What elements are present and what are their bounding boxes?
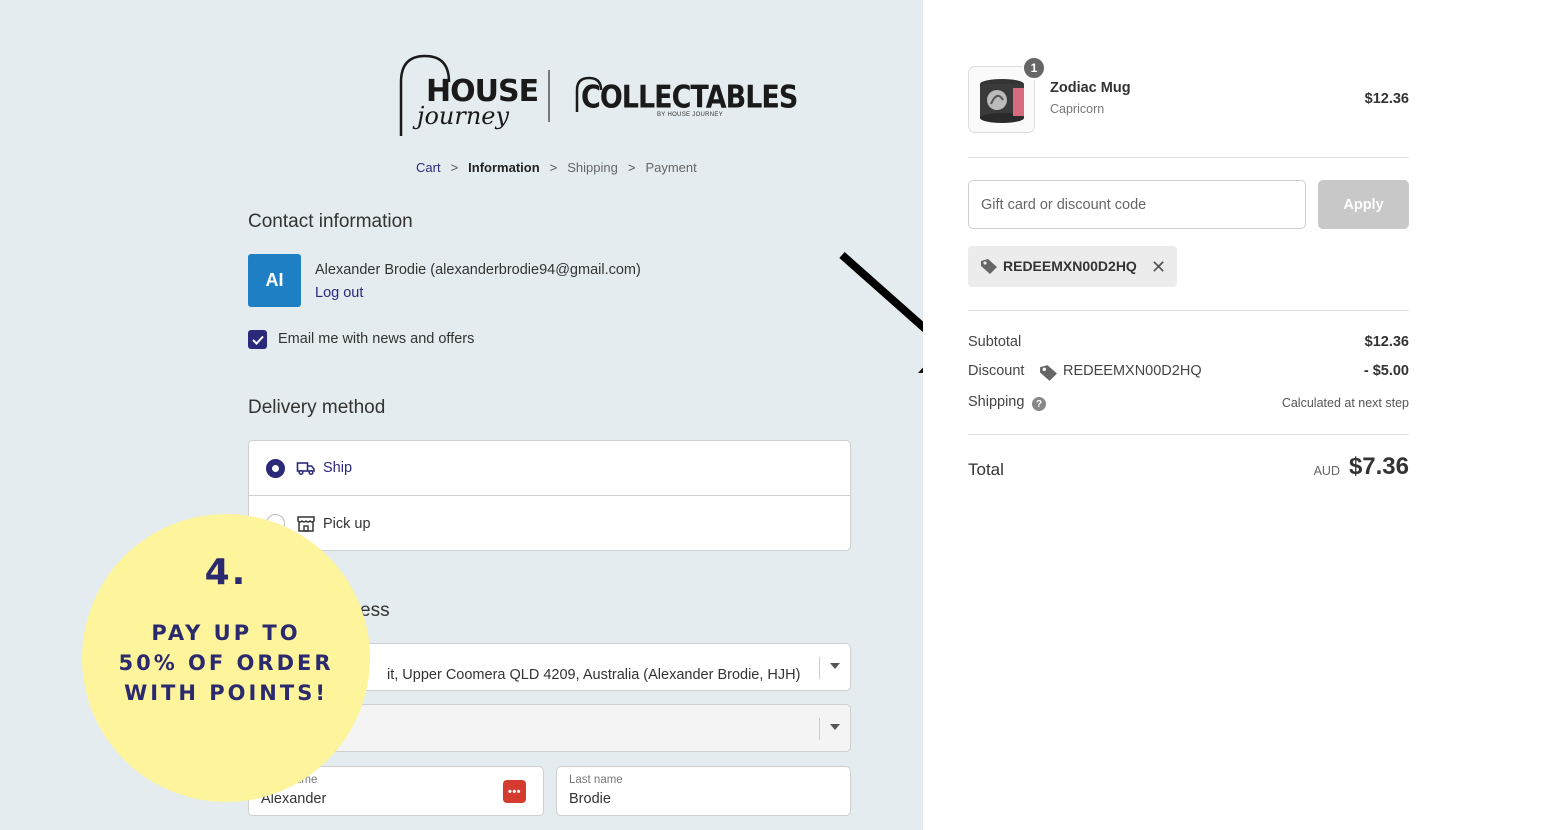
tag-icon <box>981 259 997 274</box>
product-price: $12.36 <box>1364 91 1409 107</box>
promo-line-1: PAY UP TO <box>151 621 301 645</box>
shipping-label: Shipping <box>968 394 1025 410</box>
chevron-right-icon: > <box>450 160 459 175</box>
ship-label: Ship <box>323 460 353 476</box>
logout-link[interactable]: Log out <box>315 285 363 301</box>
chevron-down-icon <box>830 663 840 669</box>
chevron-right-icon: > <box>627 160 636 175</box>
subtotal-value: $12.36 <box>1364 334 1409 350</box>
select-divider <box>819 718 820 740</box>
applied-discount-chip: REDEEMXN00D2HQ ✕ <box>968 246 1177 287</box>
promo-text: PAY UP TO 50% OF ORDER WITH POINTS! <box>82 618 370 708</box>
breadcrumb-shipping: Shipping <box>567 160 618 175</box>
delivery-option-pickup[interactable]: Pick up <box>249 496 850 551</box>
store-logo[interactable]: HOUSE journey COLLECTABLES BY HOUSE JOUR… <box>395 52 798 138</box>
checkout-main: HOUSE journey COLLECTABLES BY HOUSE JOUR… <box>0 0 923 830</box>
divider <box>968 310 1409 311</box>
discount-code-label: REDEEMXN00D2HQ <box>1063 363 1202 379</box>
product-variant: Capricorn <box>1050 102 1105 116</box>
total-currency: AUD <box>1313 464 1340 478</box>
last-name-label: Last name <box>569 774 623 786</box>
delivery-method-title: Delivery method <box>248 397 386 418</box>
store-icon <box>297 515 315 532</box>
quantity-badge: 1 <box>1022 56 1046 80</box>
chevron-right-icon: > <box>549 160 558 175</box>
newsletter-checkbox[interactable] <box>248 330 267 349</box>
apply-discount-button[interactable]: Apply <box>1318 180 1409 229</box>
newsletter-label: Email me with news and offers <box>278 331 475 347</box>
chevron-down-icon <box>830 724 840 730</box>
select-divider <box>819 657 820 679</box>
breadcrumb-payment: Payment <box>645 160 697 175</box>
truck-icon <box>296 462 315 476</box>
last-name-field[interactable]: Last name Brodie <box>556 766 851 816</box>
logo-collectables-word: COLLECTABLES <box>581 79 798 116</box>
mug-image-icon <box>979 78 1024 123</box>
close-icon[interactable]: ✕ <box>1151 257 1166 278</box>
contact-name-email: Alexander Brodie (alexanderbrodie94@gmai… <box>315 262 641 278</box>
total-amount: $7.36 <box>1348 453 1409 480</box>
product-name: Zodiac Mug <box>1050 80 1131 96</box>
avatar: AI <box>248 254 301 307</box>
points-promo-badge: 4. PAY UP TO 50% OF ORDER WITH POINTS! <box>82 514 370 802</box>
shipping-value: Calculated at next step <box>1281 396 1409 410</box>
delivery-method-options: Ship Pick up <box>248 440 851 551</box>
discount-label: Discount <box>968 363 1025 379</box>
promo-line-2: 50% OF ORDER <box>118 651 334 675</box>
logo-divider <box>548 70 550 122</box>
help-icon[interactable]: ? <box>1032 397 1046 411</box>
breadcrumb: Cart > Information > Shipping > Payment <box>416 160 697 175</box>
ship-radio[interactable] <box>266 458 285 478</box>
breadcrumb-cart[interactable]: Cart <box>416 160 441 175</box>
promo-line-3: WITH POINTS! <box>124 681 328 705</box>
pickup-label: Pick up <box>323 515 371 532</box>
checkmark-icon <box>251 335 264 345</box>
logo-journey-word: journey <box>417 102 510 130</box>
delivery-option-ship[interactable]: Ship <box>249 441 850 496</box>
discount-value: - $5.00 <box>1363 363 1409 379</box>
logo-collectables-sub: BY HOUSE JOURNEY <box>657 112 724 118</box>
divider <box>968 434 1409 435</box>
saved-address-value: it, Upper Coomera QLD 4209, Australia (A… <box>387 667 801 683</box>
applied-discount-code: REDEEMXN00D2HQ <box>1003 258 1137 274</box>
password-manager-icon[interactable]: ••• <box>503 780 526 803</box>
breadcrumb-information: Information <box>468 160 540 175</box>
subtotal-label: Subtotal <box>968 334 1022 350</box>
divider <box>968 157 1409 158</box>
cloud-ai-icon: AI <box>265 270 284 290</box>
promo-step-number: 4. <box>204 552 248 593</box>
tag-icon <box>1040 365 1057 381</box>
last-name-value: Brodie <box>569 791 611 807</box>
total-label: Total <box>968 460 1004 479</box>
discount-code-input[interactable] <box>968 180 1306 229</box>
contact-information-title: Contact information <box>248 211 413 232</box>
